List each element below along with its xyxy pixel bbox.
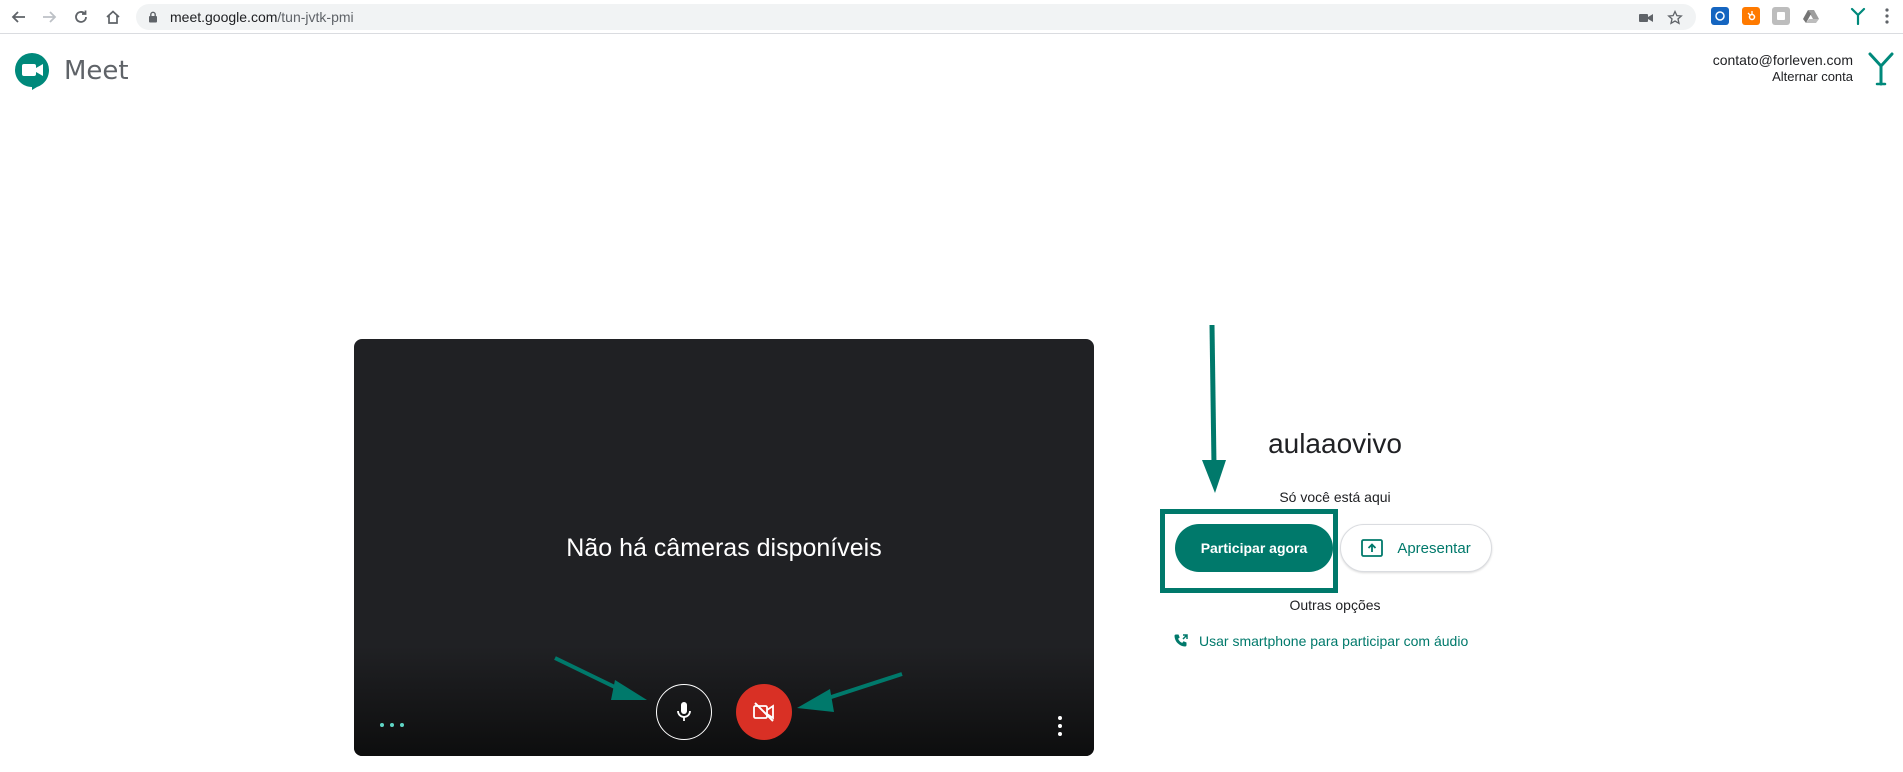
meeting-title: aulaaovivo <box>1268 428 1402 459</box>
bookmark-star-icon[interactable] <box>1666 9 1684 27</box>
url-text: meet.google.com/tun-jvtk-pmi <box>170 9 354 25</box>
home-icon <box>106 10 120 24</box>
dot <box>1058 724 1062 728</box>
forleven-logo-icon <box>1868 52 1894 86</box>
camera-toggle-button[interactable] <box>736 684 792 740</box>
browser-menu-button[interactable] <box>1878 7 1896 25</box>
home-button[interactable] <box>102 6 124 28</box>
account-info: contato@forleven.com Alternar conta <box>1713 52 1853 84</box>
meet-logo-icon <box>15 53 49 90</box>
microphone-icon <box>677 702 691 721</box>
extension-icon-3[interactable] <box>1772 7 1790 25</box>
forward-button[interactable] <box>38 6 60 28</box>
phone-audio-link[interactable]: Usar smartphone para participar com áudi… <box>1173 633 1468 649</box>
dot <box>1058 732 1062 736</box>
kebab-menu-icon <box>1885 8 1889 24</box>
effects-button[interactable] <box>380 720 404 730</box>
join-button-highlight <box>1160 509 1338 593</box>
forward-arrow-icon <box>43 11 57 23</box>
present-screen-icon <box>1361 539 1384 557</box>
lock-icon <box>149 11 157 23</box>
drive-extension-icon[interactable] <box>1802 7 1820 25</box>
dot <box>400 723 404 727</box>
phone-audio-label: Usar smartphone para participar com áudi… <box>1199 633 1469 649</box>
participants-status: Só você está aqui <box>1279 489 1391 505</box>
dot <box>1058 716 1062 720</box>
back-arrow-icon <box>11 11 25 23</box>
account-email: contato@forleven.com <box>1712 52 1853 68</box>
video-preview: Não há câmeras disponíveis <box>354 339 1094 756</box>
present-button-label: Apresentar <box>1397 539 1471 557</box>
camera-blocked-icon[interactable] <box>1637 9 1655 27</box>
camera-off-icon <box>753 702 774 722</box>
browser-toolbar: meet.google.com/tun-jvtk-pmi <box>0 0 1903 34</box>
phone-forward-icon <box>1173 633 1189 649</box>
app-name: Meet <box>64 56 129 86</box>
back-button[interactable] <box>8 6 30 28</box>
dot <box>390 723 394 727</box>
microphone-toggle-button[interactable] <box>656 684 712 740</box>
other-options-label: Outras opções <box>1289 597 1381 613</box>
no-camera-message: Não há câmeras disponíveis <box>566 534 882 562</box>
arrow-down-to-join <box>1202 324 1226 493</box>
meet-logo[interactable]: Meet <box>14 52 129 90</box>
hubspot-extension-icon[interactable] <box>1742 7 1760 25</box>
preview-controls-shade <box>354 646 1094 756</box>
present-button[interactable]: Apresentar <box>1340 524 1492 572</box>
address-bar[interactable]: meet.google.com/tun-jvtk-pmi <box>136 4 1696 30</box>
reload-button[interactable] <box>70 6 92 28</box>
account-avatar[interactable] <box>1867 50 1895 91</box>
extension-icon-1[interactable] <box>1711 7 1729 25</box>
reload-icon <box>75 10 87 23</box>
dot <box>380 723 384 727</box>
forleven-extension-icon[interactable] <box>1849 7 1867 25</box>
more-options-button[interactable] <box>1054 716 1066 736</box>
switch-account-link[interactable]: Alternar conta <box>1713 69 1853 84</box>
